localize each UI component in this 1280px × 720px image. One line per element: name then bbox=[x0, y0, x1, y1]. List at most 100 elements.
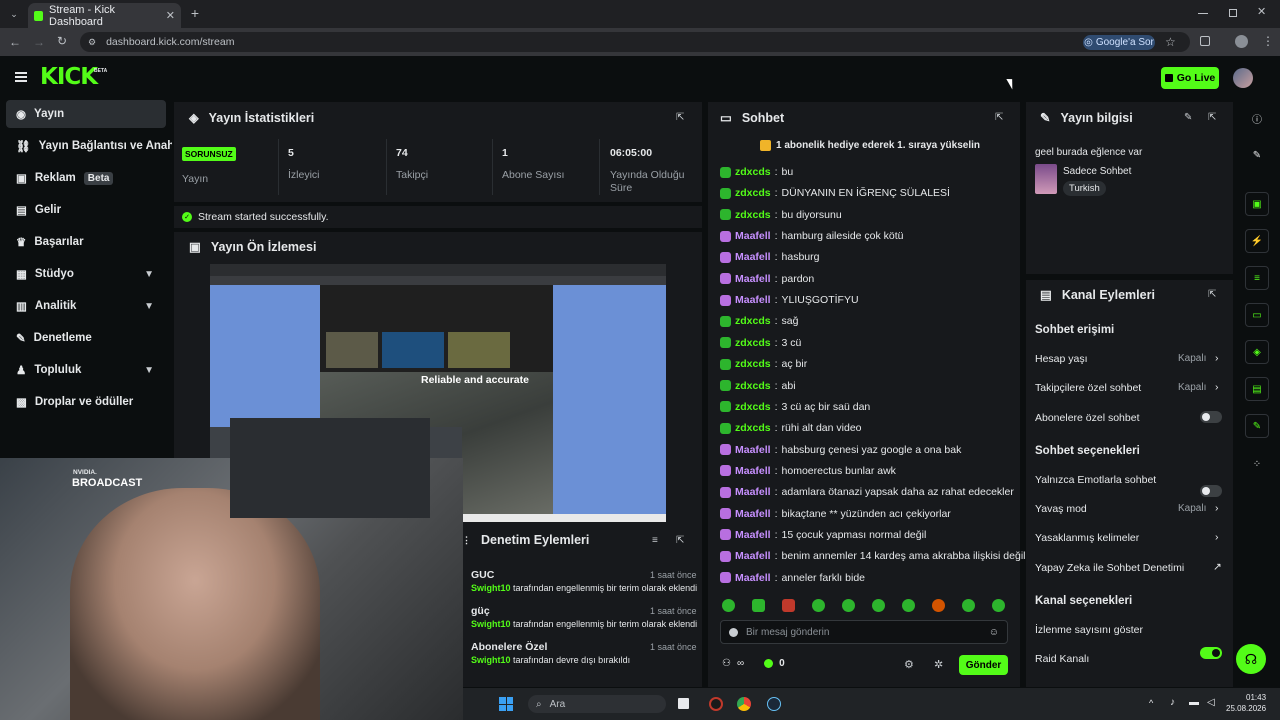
banned-words-label[interactable]: Yasaklanmış kelimeler bbox=[1035, 532, 1139, 544]
channel-widget-icon[interactable]: ▤ bbox=[1245, 377, 1269, 401]
chevron-right-icon[interactable]: › bbox=[1215, 531, 1219, 543]
sidebar-item-droplar[interactable]: ▩ Droplar ve ödüller bbox=[6, 388, 166, 416]
send-button[interactable]: Gönder bbox=[959, 655, 1008, 675]
chat-message[interactable]: Maafell: YLIUŞGOTİFYU bbox=[720, 294, 859, 306]
chat-username[interactable]: Maafell bbox=[735, 230, 771, 242]
chat-message[interactable]: zdxcds: abi bbox=[720, 380, 796, 392]
emote-icon[interactable] bbox=[752, 599, 765, 612]
subs-only-toggle[interactable] bbox=[1200, 411, 1222, 423]
emote-icon[interactable] bbox=[842, 599, 855, 612]
site-info-icon[interactable]: ⚙ bbox=[88, 37, 96, 48]
menu-icon[interactable] bbox=[15, 72, 27, 82]
filter-icon[interactable]: ≡ bbox=[652, 535, 658, 546]
bookmark-star-icon[interactable]: ☆ bbox=[1165, 35, 1176, 49]
volume-icon[interactable]: ◁ bbox=[1207, 697, 1215, 708]
edit-icon[interactable]: ✎ bbox=[1245, 143, 1269, 167]
windows-start-icon[interactable] bbox=[499, 697, 513, 711]
chat-username[interactable]: Maafell bbox=[735, 465, 771, 477]
user-settings-icon[interactable]: ⚇ bbox=[722, 658, 731, 669]
ai-mod-label[interactable]: Yapay Zeka ile Sohbet Denetimi bbox=[1035, 562, 1184, 574]
sidebar-item-denetleme[interactable]: ✎ Denetleme bbox=[6, 324, 166, 352]
sidebar-item-basarilar[interactable]: ♛ Başarılar bbox=[6, 228, 166, 256]
category-name[interactable]: Sadece Sohbet bbox=[1063, 166, 1131, 177]
account-age-label[interactable]: Hesap yaşı bbox=[1035, 353, 1088, 365]
stream-widget-icon[interactable]: ◈ bbox=[1245, 340, 1269, 364]
go-live-button[interactable]: Go Live bbox=[1161, 67, 1219, 89]
chat-username[interactable]: zdxcds bbox=[735, 166, 771, 178]
taskbar-search[interactable]: ⌕ Ara bbox=[528, 695, 666, 713]
chat-username[interactable]: Maafell bbox=[735, 273, 771, 285]
info-icon[interactable]: ⓘ bbox=[1245, 106, 1269, 130]
url-bar[interactable]: ⚙ dashboard.kick.com/stream bbox=[80, 32, 1190, 52]
close-window-icon[interactable]: ✕ bbox=[1257, 5, 1266, 18]
chat-username[interactable]: Maafell bbox=[735, 572, 771, 584]
task-view-icon[interactable] bbox=[678, 698, 689, 709]
chat-message[interactable]: Maafell: adamlara ötanazi yapsak daha az … bbox=[720, 486, 1014, 498]
forward-icon[interactable]: → bbox=[33, 35, 45, 49]
show-viewers-toggle[interactable] bbox=[1200, 647, 1222, 659]
emote-icon[interactable] bbox=[932, 599, 945, 612]
settings-gear-icon[interactable]: ⚙ bbox=[904, 658, 914, 671]
emote-icon[interactable] bbox=[992, 599, 1005, 612]
chat-message[interactable]: Maafell: anneler farklı bide bbox=[720, 572, 865, 584]
chat-username[interactable]: Maafell bbox=[735, 444, 771, 456]
chat-message[interactable]: Maafell: bikaçtane ** yüzünden acı çekiyo… bbox=[720, 508, 951, 520]
emote-icon[interactable] bbox=[872, 599, 885, 612]
chevron-right-icon[interactable]: › bbox=[1215, 502, 1219, 514]
followers-only-value[interactable]: Kapalı bbox=[1178, 382, 1206, 393]
sidebar-item-stream-key[interactable]: ⛓ Yayın Bağlantısı ve Anahtarı bbox=[6, 132, 172, 160]
chat-message[interactable]: zdxcds:3 cü aç bir saü dan bbox=[720, 401, 870, 413]
browser-tab[interactable]: Stream - Kick Dashboard ✕ bbox=[28, 3, 181, 28]
popout-icon[interactable]: ⇱ bbox=[676, 535, 684, 546]
popout-icon[interactable]: ⇱ bbox=[995, 112, 1003, 123]
chat-input[interactable]: Bir mesaj gönderin ☺ bbox=[720, 620, 1008, 644]
chat-message[interactable]: zdxcds: aç bir bbox=[720, 358, 807, 370]
sidebar-item-studyo[interactable]: ▦ Stüdyo ▼ bbox=[6, 260, 166, 288]
new-tab-icon[interactable]: + bbox=[188, 5, 202, 21]
sidebar-item-topluluk[interactable]: ♟ Topluluk ▼ bbox=[6, 356, 166, 384]
chat-message[interactable]: Maafell: pardon bbox=[720, 273, 814, 285]
account-age-value[interactable]: Kapalı bbox=[1178, 353, 1206, 364]
emote-only-toggle[interactable] bbox=[1200, 485, 1222, 497]
drag-handle-icon[interactable]: ⋮ bbox=[462, 535, 471, 546]
kick-logo[interactable]: KICK bbox=[40, 64, 98, 90]
tab-list-icon[interactable]: ⌄ bbox=[6, 6, 22, 22]
user-avatar[interactable] bbox=[1233, 68, 1253, 88]
popout-icon[interactable]: ⇱ bbox=[1208, 289, 1216, 300]
popout-icon[interactable]: ⇱ bbox=[676, 112, 684, 123]
emote-icon[interactable] bbox=[812, 599, 825, 612]
edit-pencil-icon[interactable]: ✎ bbox=[1184, 112, 1192, 123]
chat-username[interactable]: zdxcds bbox=[735, 380, 771, 392]
list-icon[interactable]: ≡ bbox=[1245, 266, 1269, 290]
google-ask-button[interactable]: ◎ Google'a Sor bbox=[1083, 35, 1155, 50]
chat-username[interactable]: Maafell bbox=[735, 251, 771, 263]
chat-username[interactable]: zdxcds bbox=[735, 401, 771, 413]
external-link-icon[interactable]: ↗ bbox=[1213, 561, 1222, 573]
chat-username[interactable]: zdxcds bbox=[735, 337, 771, 349]
back-icon[interactable]: ← bbox=[9, 35, 21, 49]
emoji-icon[interactable]: ☺ bbox=[989, 627, 999, 638]
chat-message[interactable]: Maafell: hamburg aileside çok kötü bbox=[720, 230, 904, 242]
tray-chevron-up-icon[interactable]: ^ bbox=[1149, 698, 1153, 708]
chat-widget-icon[interactable]: ▭ bbox=[1245, 303, 1269, 327]
stats-widget-icon[interactable]: ▣ bbox=[1245, 192, 1269, 216]
close-tab-icon[interactable]: ✕ bbox=[166, 9, 175, 22]
browser-menu-icon[interactable]: ⋮ bbox=[1262, 34, 1274, 48]
chevron-right-icon[interactable]: › bbox=[1215, 352, 1219, 364]
chat-message[interactable]: zdxcds: DÜNYANIN EN İĞRENÇ SÜLALESİ bbox=[720, 187, 950, 199]
taskbar-clock[interactable]: 01:43 25.08.2026 bbox=[1226, 692, 1266, 714]
slow-mode-value[interactable]: Kapalı bbox=[1178, 503, 1206, 514]
chrome-app-icon[interactable] bbox=[737, 697, 751, 711]
chat-username[interactable]: Maafell bbox=[735, 550, 771, 562]
chat-message[interactable]: zdxcds: bu diyorsunu bbox=[720, 209, 842, 221]
popout-icon[interactable]: ⇱ bbox=[1208, 112, 1216, 123]
chat-username[interactable]: zdxcds bbox=[735, 187, 771, 199]
pinned-goal[interactable]: 1 abonelik hediye ederek 1. sıraya yükse… bbox=[760, 140, 980, 151]
reload-icon[interactable]: ↻ bbox=[57, 34, 67, 48]
chat-message[interactable]: zdxcds:3 cü bbox=[720, 337, 801, 349]
chat-message[interactable]: zdxcds: rühi alt dan video bbox=[720, 422, 862, 434]
infinity-icon[interactable]: ∞ bbox=[737, 658, 744, 669]
tools-widget-icon[interactable]: ✎ bbox=[1245, 414, 1269, 438]
chat-username[interactable]: Maafell bbox=[735, 529, 771, 541]
chat-username[interactable]: zdxcds bbox=[735, 358, 771, 370]
